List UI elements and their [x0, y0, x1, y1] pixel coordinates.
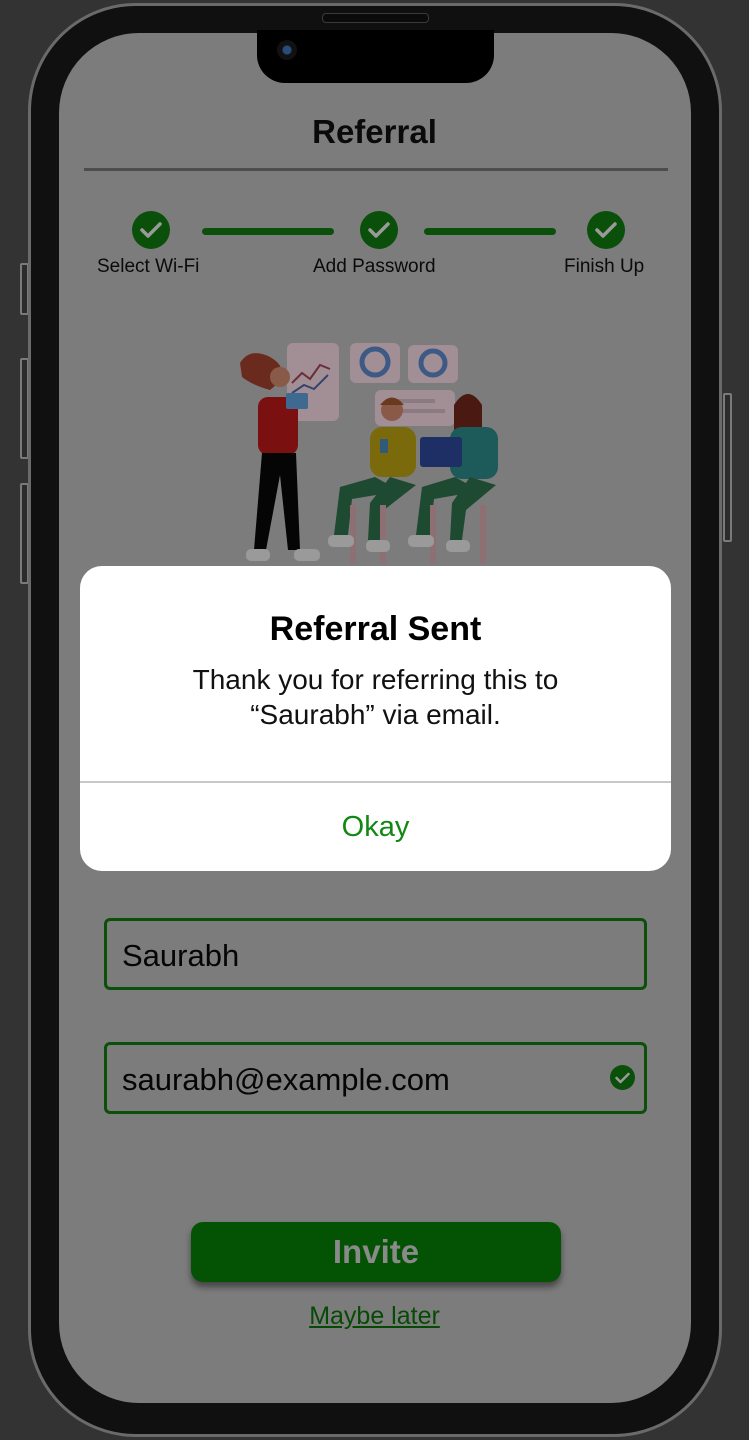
earpiece-speaker	[322, 13, 429, 23]
step-2-label: Add Password	[313, 256, 436, 277]
name-input[interactable]: Saurabh	[104, 918, 647, 990]
invite-button[interactable]: Invite	[191, 1222, 561, 1282]
step-3-label: Finish Up	[564, 256, 645, 277]
stepper-connector-1	[202, 228, 334, 235]
dialog-message: Thank you for referring this to “Saurabh…	[120, 662, 631, 732]
name-input-value: Saurabh	[122, 938, 240, 973]
title-divider	[84, 168, 668, 171]
referral-sent-dialog: Referral Sent Thank you for referring th…	[80, 566, 671, 871]
dialog-title: Referral Sent	[269, 610, 482, 648]
step-1-label: Select Wi-Fi	[97, 256, 200, 277]
power-button	[723, 393, 732, 542]
maybe-later-link[interactable]: Maybe later	[0, 1302, 749, 1331]
dialog-message-line-2: “Saurabh” via email.	[250, 699, 501, 730]
page-title: Referral	[312, 113, 437, 150]
referral-team-illustration	[240, 343, 498, 563]
step-1-check-icon	[132, 211, 170, 249]
front-camera	[277, 40, 297, 60]
email-input[interactable]: saurabh@example.com	[104, 1042, 647, 1114]
stepper-connector-2	[424, 228, 556, 235]
okay-button[interactable]: Okay	[80, 783, 671, 871]
check-circle-icon	[610, 1065, 635, 1090]
dialog-message-line-1: Thank you for referring this to	[192, 664, 559, 695]
step-2-check-icon	[360, 211, 398, 249]
step-3-check-icon	[587, 211, 625, 249]
email-input-value: saurabh@example.com	[122, 1062, 450, 1097]
